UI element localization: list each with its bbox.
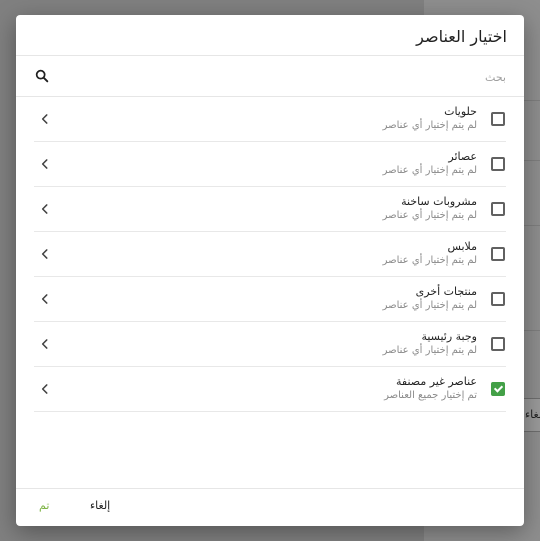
search-input[interactable] bbox=[66, 66, 508, 88]
item-checkbox[interactable] bbox=[491, 157, 505, 171]
list-item[interactable]: حلويات لم يتم إختيار أي عناصر bbox=[34, 97, 506, 142]
chevron-left-icon[interactable] bbox=[38, 292, 52, 306]
chevron-left-icon[interactable] bbox=[38, 202, 52, 216]
item-status: لم يتم إختيار أي عناصر bbox=[382, 120, 477, 131]
item-name: حلويات bbox=[444, 105, 477, 118]
search-icon[interactable] bbox=[34, 68, 50, 84]
category-list: حلويات لم يتم إختيار أي عناصر عصائر لم يتم … bbox=[34, 97, 506, 412]
chevron-left-icon[interactable] bbox=[38, 247, 52, 261]
list-item[interactable]: ملابس لم يتم إختيار أي عناصر bbox=[34, 232, 506, 277]
chevron-left-icon[interactable] bbox=[38, 112, 52, 126]
cancel-button[interactable]: إلغاء bbox=[90, 499, 110, 512]
item-texts: عناصر غير مصنفة تم إختيار جميع العناصر bbox=[384, 375, 477, 403]
list-item[interactable]: عناصر غير مصنفة تم إختيار جميع العناصر bbox=[34, 367, 506, 412]
item-texts: حلويات لم يتم إختيار أي عناصر bbox=[383, 105, 477, 133]
chevron-left-icon[interactable] bbox=[38, 337, 52, 351]
item-checkbox[interactable] bbox=[491, 337, 505, 351]
item-checkbox[interactable] bbox=[491, 292, 505, 306]
item-texts: منتجات أخرى لم يتم إختيار أي عناصر bbox=[383, 285, 477, 313]
list-item[interactable]: وجبة رئيسية لم يتم إختيار أي عناصر bbox=[34, 322, 506, 367]
item-name: عصائر bbox=[448, 150, 477, 163]
item-texts: وجبة رئيسية لم يتم إختيار أي عناصر bbox=[383, 330, 477, 358]
item-status: تم إختيار جميع العناصر bbox=[384, 390, 477, 401]
list-item[interactable]: عصائر لم يتم إختيار أي عناصر bbox=[34, 142, 506, 187]
item-name: عناصر غير مصنفة bbox=[396, 375, 477, 388]
chevron-left-icon[interactable] bbox=[38, 382, 52, 396]
item-checkbox[interactable] bbox=[491, 247, 505, 261]
item-checkbox[interactable] bbox=[491, 202, 505, 216]
item-status: لم يتم إختيار أي عناصر bbox=[382, 345, 477, 356]
item-status: لم يتم إختيار أي عناصر bbox=[382, 300, 477, 311]
dialog-title: اختيار العناصر bbox=[416, 27, 507, 46]
item-texts: ملابس لم يتم إختيار أي عناصر bbox=[383, 240, 477, 268]
chevron-left-icon[interactable] bbox=[38, 157, 52, 171]
item-texts: مشروبات ساخنة لم يتم إختيار أي عناصر bbox=[383, 195, 477, 223]
list-item[interactable]: مشروبات ساخنة لم يتم إختيار أي عناصر bbox=[34, 187, 506, 232]
item-checkbox[interactable] bbox=[491, 382, 505, 396]
dialog-footer: إلغاء تم bbox=[16, 489, 524, 526]
item-status: لم يتم إختيار أي عناصر bbox=[382, 210, 477, 221]
item-name: وجبة رئيسية bbox=[421, 330, 477, 343]
item-name: ملابس bbox=[447, 240, 477, 253]
item-status: لم يتم إختيار أي عناصر bbox=[382, 165, 477, 176]
item-checkbox[interactable] bbox=[491, 112, 505, 126]
item-status: لم يتم إختيار أي عناصر bbox=[382, 255, 477, 266]
list-item[interactable]: منتجات أخرى لم يتم إختيار أي عناصر bbox=[34, 277, 506, 322]
done-button[interactable]: تم bbox=[39, 499, 49, 512]
item-name: منتجات أخرى bbox=[415, 285, 477, 298]
item-name: مشروبات ساخنة bbox=[401, 195, 477, 208]
search-bar bbox=[16, 56, 524, 96]
select-items-dialog: اختيار العناصر حلويات لم يتم إختيار أي عن… bbox=[16, 15, 524, 526]
item-texts: عصائر لم يتم إختيار أي عناصر bbox=[383, 150, 477, 178]
